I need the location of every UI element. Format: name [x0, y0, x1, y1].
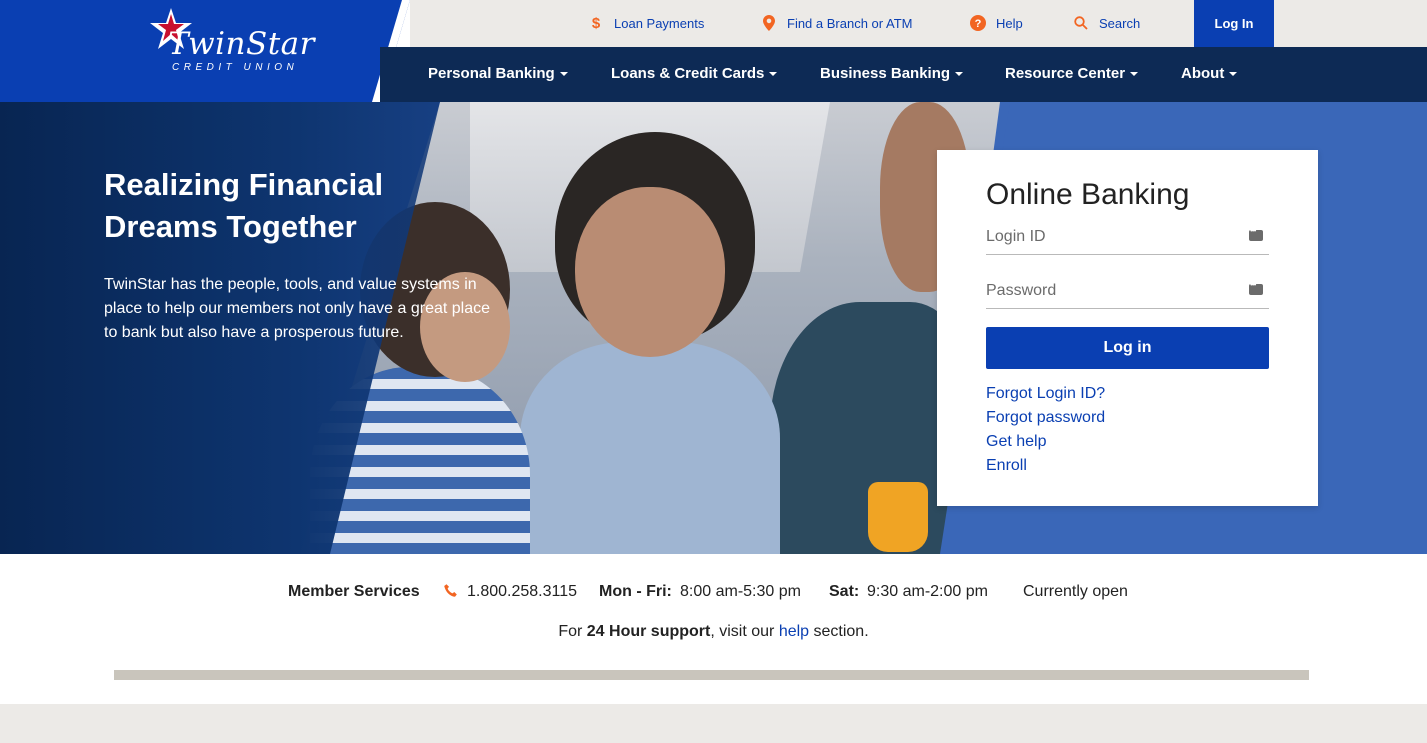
find-branch-label: Find a Branch or ATM [787, 15, 913, 31]
find-branch-link[interactable]: Find a Branch or ATM [761, 14, 912, 32]
password-field-wrap [986, 276, 1269, 309]
search-icon [1073, 15, 1089, 31]
member-services-bar: Member Services 1.800.258.3115 Mon - Fri… [0, 554, 1427, 704]
nav-personal-banking[interactable]: Personal Banking [428, 65, 568, 82]
login-id-input[interactable] [986, 222, 1236, 252]
support-mid: , visit our [710, 623, 779, 640]
caret-down-icon [955, 72, 964, 77]
forgot-login-id-link[interactable]: Forgot Login ID? [986, 385, 1105, 403]
weekday-hours: 8:00 am-5:30 pm [680, 583, 801, 600]
question-icon: ? [970, 15, 986, 31]
password-manager-icon[interactable] [1249, 280, 1263, 295]
logo-name: TwinStar [168, 26, 315, 62]
footer-band [0, 704, 1427, 743]
login-button[interactable]: Log in [986, 327, 1269, 369]
hero-title: Realizing Financial Dreams Together [104, 167, 384, 244]
search-link[interactable]: Search [1073, 14, 1140, 32]
support-suffix: section. [809, 623, 869, 640]
nav-business-banking[interactable]: Business Banking [820, 65, 964, 82]
caret-down-icon [1130, 72, 1139, 77]
support-line: For 24 Hour support, visit our help sect… [0, 623, 1427, 641]
caret-down-icon [1229, 72, 1238, 77]
utility-bar: $ Loan Payments Find a Branch or ATM ? H… [410, 0, 1427, 47]
nav-label: Personal Banking [428, 65, 555, 82]
dollar-icon: $ [591, 14, 601, 32]
enroll-link[interactable]: Enroll [986, 457, 1027, 475]
nav-loans-credit-cards[interactable]: Loans & Credit Cards [611, 65, 778, 82]
get-help-link[interactable]: Get help [986, 433, 1046, 451]
main-navigation: Personal Banking Loans & Credit Cards Bu… [380, 47, 1427, 102]
open-status: Currently open [1023, 583, 1128, 600]
search-label: Search [1099, 15, 1141, 31]
photo-woman-body [520, 342, 780, 554]
hero-description: TwinStar has the people, tools, and valu… [104, 276, 491, 341]
nav-label: Resource Center [1005, 65, 1126, 82]
member-services-label: Member Services [288, 583, 420, 600]
header-login-button[interactable]: Log In [1194, 0, 1274, 47]
photo-juice-glass [868, 482, 928, 552]
location-pin-icon [761, 15, 777, 31]
help-section-link[interactable]: help [779, 623, 809, 640]
nav-label: About [1181, 65, 1225, 82]
site-header: TwinStar CREDIT UNION $ Loan Payments Fi… [0, 0, 1427, 102]
help-link[interactable]: ? Help [970, 14, 1023, 32]
nav-about[interactable]: About [1181, 65, 1238, 82]
login-id-field-wrap [986, 222, 1269, 255]
online-banking-title: Online Banking [986, 178, 1190, 211]
phone-number-link[interactable]: 1.800.258.3115 [467, 583, 577, 601]
saturday-label: Sat: [829, 583, 860, 600]
twinstar-logo[interactable]: TwinStar CREDIT UNION [148, 6, 328, 76]
loan-payments-label: Loan Payments [614, 15, 705, 31]
svg-text:?: ? [975, 18, 982, 30]
support-24-hour: 24 Hour support [586, 623, 711, 640]
loan-payments-link[interactable]: $ Loan Payments [588, 14, 705, 32]
member-services-line: Member Services 1.800.258.3115 Mon - Fri… [0, 583, 1427, 605]
caret-down-icon [769, 72, 778, 77]
nav-label: Business Banking [820, 65, 951, 82]
password-input[interactable] [986, 276, 1236, 306]
password-manager-icon[interactable] [1249, 226, 1263, 241]
online-banking-card: Online Banking Log in Forgot Login ID? F… [937, 150, 1318, 506]
support-prefix: For [558, 623, 587, 640]
help-label: Help [996, 15, 1023, 31]
page: TwinStar CREDIT UNION $ Loan Payments Fi… [0, 0, 1427, 743]
logo-subtitle: CREDIT UNION [172, 62, 299, 73]
nav-resource-center[interactable]: Resource Center [1005, 65, 1139, 82]
forgot-password-link[interactable]: Forgot password [986, 409, 1105, 427]
phone-icon [443, 583, 459, 604]
photo-woman-face [575, 187, 725, 357]
section-divider [114, 670, 1309, 680]
caret-down-icon [559, 72, 568, 77]
hero-banner: Realizing Financial Dreams Together Twin… [0, 102, 1427, 554]
nav-label: Loans & Credit Cards [611, 65, 765, 82]
weekday-label: Mon - Fri: [599, 583, 672, 600]
saturday-hours: 9:30 am-2:00 pm [867, 583, 988, 600]
